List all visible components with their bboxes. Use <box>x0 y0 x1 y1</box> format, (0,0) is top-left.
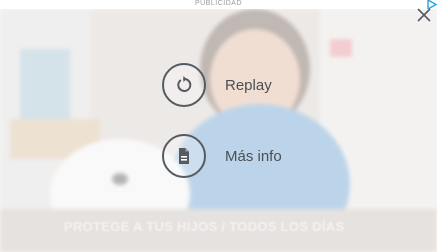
replay-icon <box>162 63 206 107</box>
more-info-button[interactable]: Más info <box>162 134 282 178</box>
close-icon[interactable] <box>415 6 433 24</box>
video-frame: PROTEGE A TUS HIJOS / TODOS LOS DÍAS <box>0 9 437 252</box>
replay-label: Replay <box>225 76 272 94</box>
more-info-label: Más info <box>225 147 282 165</box>
ad-tagline: PROTEGE A TUS HIJOS / TODOS LOS DÍAS <box>64 219 345 234</box>
document-icon <box>162 134 206 178</box>
replay-button[interactable]: Replay <box>162 63 272 107</box>
video-overlay <box>0 9 437 252</box>
video-ad-player: PUBLICIDAD PROTEGE A TUS HIJOS / TODOS L… <box>0 0 437 252</box>
ad-label: PUBLICIDAD <box>0 0 437 9</box>
